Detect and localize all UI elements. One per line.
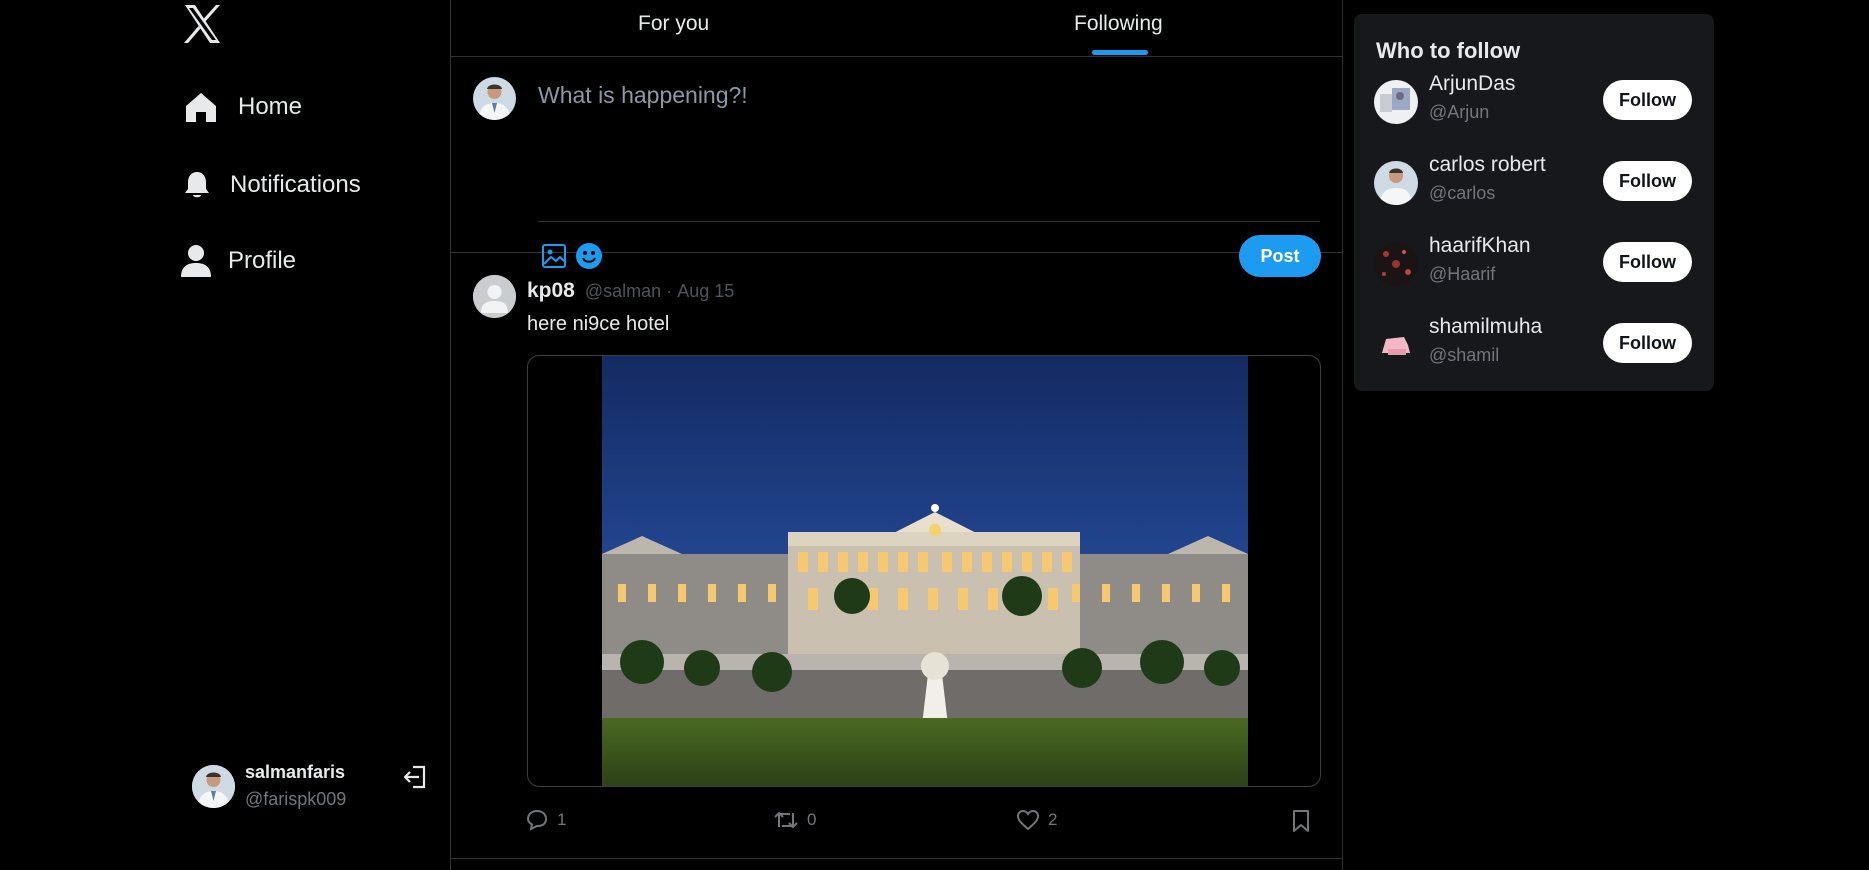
avatar xyxy=(1374,80,1418,124)
suggestion-name[interactable]: carlos robert xyxy=(1429,153,1546,177)
tweet-date: Aug 15 xyxy=(677,281,735,301)
nav-item-profile[interactable]: Profile xyxy=(180,244,296,278)
tweet-author-name[interactable]: kp08 xyxy=(527,279,575,303)
follow-button[interactable]: Follow xyxy=(1603,323,1692,363)
logout-icon[interactable] xyxy=(402,764,428,790)
avatar xyxy=(1374,161,1418,205)
suggestion-handle: @shamil xyxy=(1429,345,1500,365)
nav-item-home[interactable]: Home xyxy=(184,90,302,124)
follow-button[interactable]: Follow xyxy=(1603,161,1692,201)
left-sidebar: Home Notifications Profile salmanfaris @… xyxy=(0,0,450,870)
user-icon xyxy=(181,245,211,277)
avatar xyxy=(473,77,516,120)
heart-icon xyxy=(1016,809,1040,831)
reply-button[interactable]: 1 xyxy=(525,809,566,831)
tweet-media-image[interactable] xyxy=(527,355,1321,787)
tweet-author-handle[interactable]: @salman xyxy=(585,281,661,302)
follow-button[interactable]: Follow xyxy=(1603,242,1692,282)
compose-input[interactable]: What is happening?! xyxy=(538,82,748,109)
main-timeline: For you Following What is happening?! Po… xyxy=(450,0,1343,870)
tweet-text: here ni9ce hotel xyxy=(527,313,670,335)
who-to-follow-title: Who to follow xyxy=(1376,38,1521,63)
suggestion-handle: @Arjun xyxy=(1429,102,1490,122)
timeline-tabs: For you Following xyxy=(451,0,1342,57)
follow-suggestion[interactable]: haarifKhan @Haarif Follow xyxy=(1354,234,1714,294)
follow-button[interactable]: Follow xyxy=(1603,80,1692,120)
current-user-handle: @farispk009 xyxy=(245,789,347,809)
account-switcher[interactable]: salmanfaris @farispk009 xyxy=(192,762,346,810)
suggestion-handle: @carlos xyxy=(1429,183,1496,203)
home-icon xyxy=(186,93,216,122)
follow-suggestion[interactable]: shamilmuha @shamil Follow xyxy=(1354,315,1714,375)
bell-icon xyxy=(185,172,209,198)
tweet-composer: What is happening?! Post xyxy=(451,57,1342,277)
compose-divider xyxy=(538,221,1320,222)
follow-suggestion[interactable]: carlos robert @carlos Follow xyxy=(1354,153,1714,213)
nav-item-notifications[interactable]: Notifications xyxy=(182,170,361,200)
avatar xyxy=(473,275,516,318)
nav-label: Notifications xyxy=(230,171,361,198)
who-to-follow-panel: Who to follow ArjunDas @Arjun Follow car… xyxy=(1354,14,1714,391)
nav-label: Profile xyxy=(228,247,297,274)
active-tab-indicator xyxy=(1092,50,1148,55)
tweet[interactable]: kp08 @salman · Aug 15 here ni9ce hotel 1… xyxy=(451,253,1343,859)
avatar xyxy=(192,764,235,808)
bookmark-button[interactable] xyxy=(1291,809,1311,833)
tab-for-you[interactable]: For you xyxy=(638,12,709,36)
reply-count: 1 xyxy=(557,810,567,829)
retweet-count: 0 xyxy=(807,810,817,829)
tab-following[interactable]: Following xyxy=(1074,12,1163,36)
suggestion-handle: @Haarif xyxy=(1429,264,1496,284)
suggestion-name[interactable]: haarifKhan xyxy=(1429,234,1531,258)
follow-suggestion[interactable]: ArjunDas @Arjun Follow xyxy=(1354,72,1714,132)
nav-label: Home xyxy=(238,93,303,120)
suggestion-name[interactable]: shamilmuha xyxy=(1429,315,1542,339)
separator: · xyxy=(666,281,673,301)
x-logo-icon[interactable] xyxy=(180,2,224,46)
suggestion-name[interactable]: ArjunDas xyxy=(1429,72,1515,96)
retweet-icon xyxy=(774,812,798,828)
reply-icon xyxy=(526,809,548,831)
current-user-name: salmanfaris xyxy=(245,762,346,782)
avatar xyxy=(1374,323,1418,367)
like-count: 2 xyxy=(1048,810,1058,829)
retweet-button[interactable]: 0 xyxy=(773,809,816,831)
bookmark-icon xyxy=(1293,810,1309,832)
tweet-actions: 1 0 2 xyxy=(525,809,1325,837)
like-button[interactable]: 2 xyxy=(1016,809,1057,831)
avatar xyxy=(1374,242,1418,286)
